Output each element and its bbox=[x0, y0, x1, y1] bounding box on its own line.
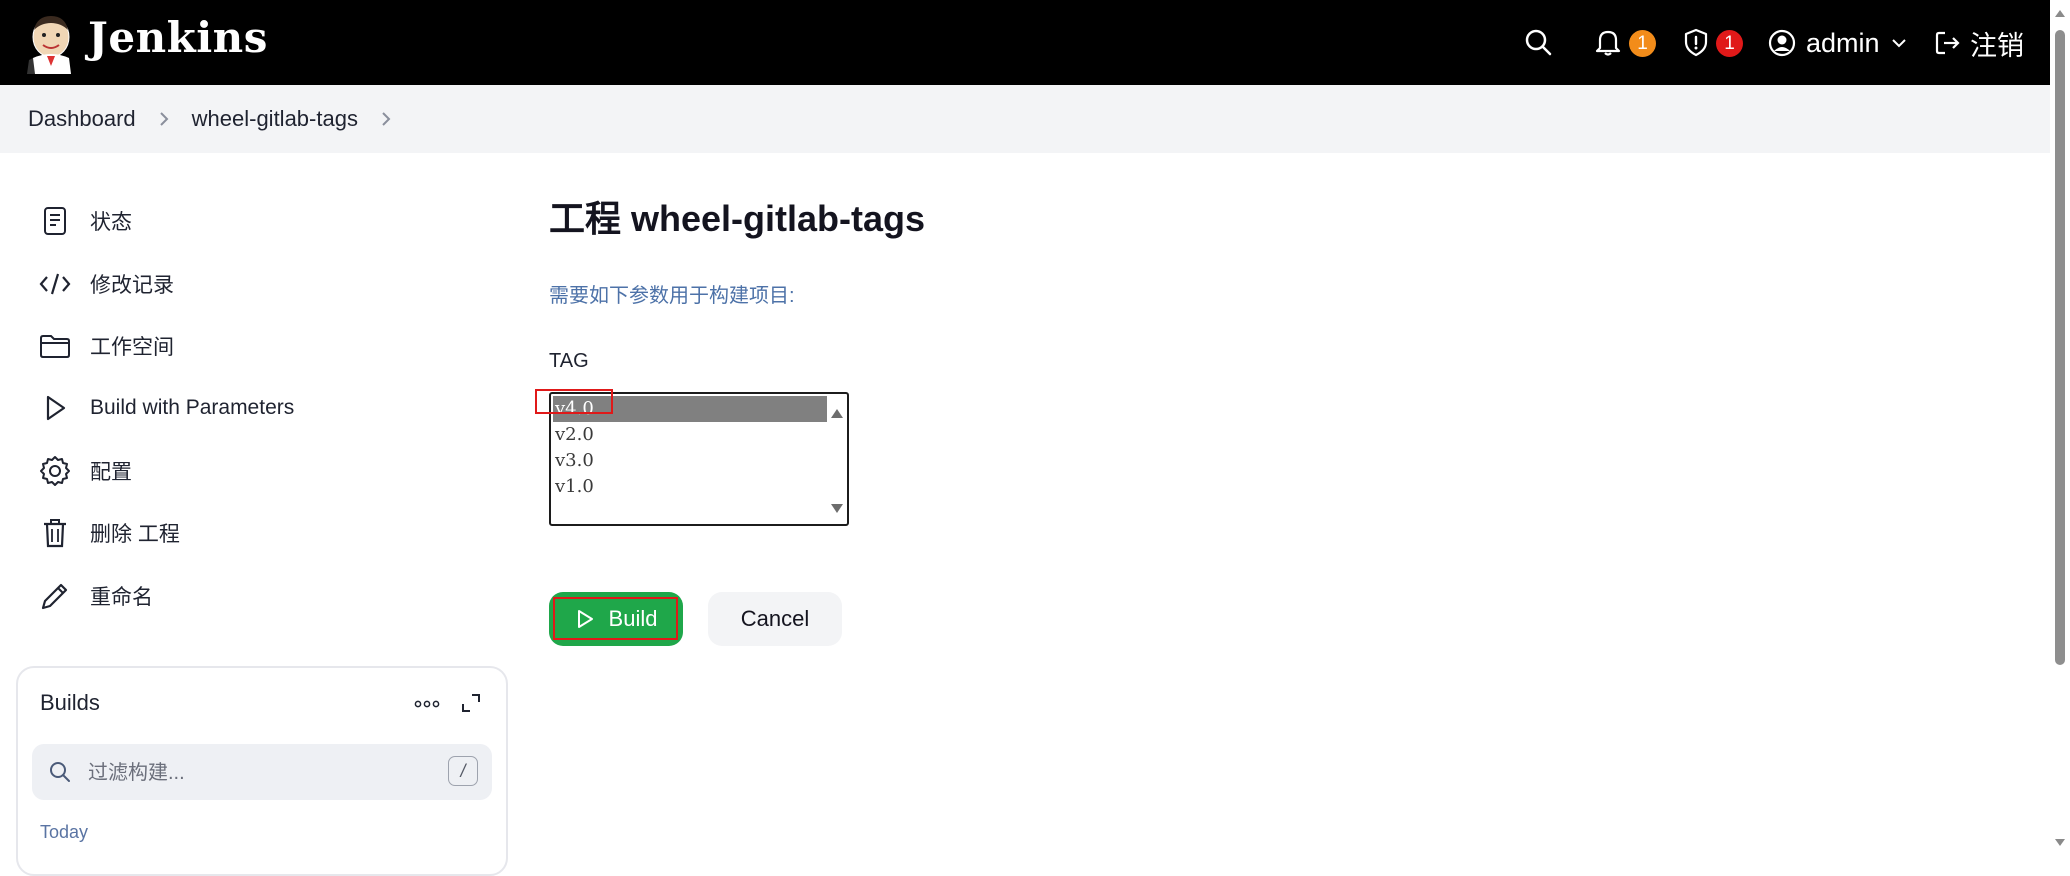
sidebar-item-label: 修改记录 bbox=[90, 274, 174, 297]
scroll-thumb[interactable] bbox=[2055, 30, 2065, 665]
play-icon bbox=[38, 391, 72, 425]
expand-icon[interactable] bbox=[460, 692, 482, 714]
pencil-icon bbox=[38, 579, 72, 613]
user-avatar-icon bbox=[1768, 29, 1796, 57]
sidebar-item-label: 重命名 bbox=[90, 586, 153, 609]
tag-option[interactable]: v2.0 bbox=[553, 422, 827, 448]
builds-panel: Builds / Today bbox=[16, 666, 508, 876]
notifications-bell-icon[interactable] bbox=[1588, 22, 1628, 62]
logout-link[interactable]: 注销 bbox=[1934, 22, 2024, 64]
notifications-badge: 1 bbox=[1629, 30, 1656, 57]
parameter-label-tag: TAG bbox=[549, 350, 589, 372]
gear-icon bbox=[38, 454, 72, 488]
tag-option[interactable]: v4.0 bbox=[553, 396, 827, 422]
code-icon bbox=[38, 267, 72, 301]
sidebar-item-configure[interactable]: 配置 bbox=[38, 451, 132, 491]
more-options-icon[interactable] bbox=[412, 694, 442, 714]
security-shield-icon[interactable] bbox=[1676, 22, 1716, 62]
page-title: 工程 wheel-gitlab-tags bbox=[549, 198, 926, 239]
breadcrumb-project[interactable]: wheel-gitlab-tags bbox=[192, 106, 358, 132]
breadcrumb: Dashboard wheel-gitlab-tags bbox=[0, 85, 2050, 153]
folder-icon bbox=[38, 329, 72, 363]
builds-group-today: Today bbox=[40, 822, 89, 842]
chevron-right-icon[interactable] bbox=[158, 110, 170, 128]
sidebar-item-build-with-parameters[interactable]: Build with Parameters bbox=[38, 388, 294, 428]
search-icon bbox=[50, 762, 70, 782]
builds-title: Builds bbox=[40, 690, 100, 715]
play-icon bbox=[577, 610, 593, 628]
cancel-button[interactable]: Cancel bbox=[708, 592, 842, 646]
sidebar-item-workspace[interactable]: 工作空间 bbox=[38, 326, 174, 366]
logout-label: 注销 bbox=[1970, 30, 2024, 61]
keyboard-shortcut-hint: / bbox=[448, 756, 478, 786]
search-icon[interactable] bbox=[1518, 22, 1558, 62]
scroll-up-arrow-icon[interactable] bbox=[829, 406, 845, 420]
breadcrumb-dashboard[interactable]: Dashboard bbox=[28, 106, 136, 132]
scroll-down-arrow-icon[interactable] bbox=[829, 502, 845, 516]
sidebar-item-delete-project[interactable]: 删除 工程 bbox=[38, 513, 180, 553]
user-name: admin bbox=[1806, 27, 1880, 58]
sidebar-item-label: 配置 bbox=[90, 461, 132, 484]
sidebar-item-label: Build with Parameters bbox=[90, 396, 295, 419]
sidebar-item-label: 删除 工程 bbox=[90, 523, 180, 546]
user-menu[interactable]: admin bbox=[1768, 22, 1908, 64]
builds-filter-input[interactable] bbox=[86, 756, 420, 790]
parameters-description: 需要如下参数用于构建项目: bbox=[549, 285, 795, 307]
brand-name[interactable]: Jenkins bbox=[88, 13, 268, 62]
builds-filter: / bbox=[32, 744, 492, 800]
sidebar-item-label: 状态 bbox=[90, 211, 132, 234]
tag-option[interactable]: v1.0 bbox=[553, 474, 827, 500]
security-badge: 1 bbox=[1716, 30, 1743, 57]
sidebar-item-changes[interactable]: 修改记录 bbox=[38, 264, 174, 304]
jenkins-logo-icon[interactable] bbox=[27, 12, 75, 74]
chevron-down-icon bbox=[1891, 39, 1906, 48]
build-button-label: Build bbox=[608, 606, 658, 631]
sidebar-item-status[interactable]: 状态 bbox=[38, 201, 132, 241]
sidebar-item-label: 工作空间 bbox=[90, 336, 174, 359]
scroll-up-arrow-icon[interactable] bbox=[2054, 8, 2066, 18]
tag-option[interactable]: v3.0 bbox=[553, 448, 827, 474]
chevron-right-icon[interactable] bbox=[380, 110, 392, 128]
document-icon bbox=[38, 204, 72, 238]
trash-icon bbox=[38, 516, 72, 550]
logout-icon bbox=[1935, 31, 1960, 55]
tag-select-listbox[interactable]: v4.0 v2.0 v3.0 v1.0 bbox=[549, 392, 849, 526]
page-scrollbar[interactable] bbox=[2050, 0, 2070, 857]
top-bar: Jenkins 1 1 admin 注销 bbox=[0, 0, 2050, 85]
scroll-down-arrow-icon[interactable] bbox=[2054, 838, 2066, 848]
sidebar-item-rename[interactable]: 重命名 bbox=[38, 576, 153, 616]
build-button[interactable]: Build bbox=[549, 592, 683, 646]
